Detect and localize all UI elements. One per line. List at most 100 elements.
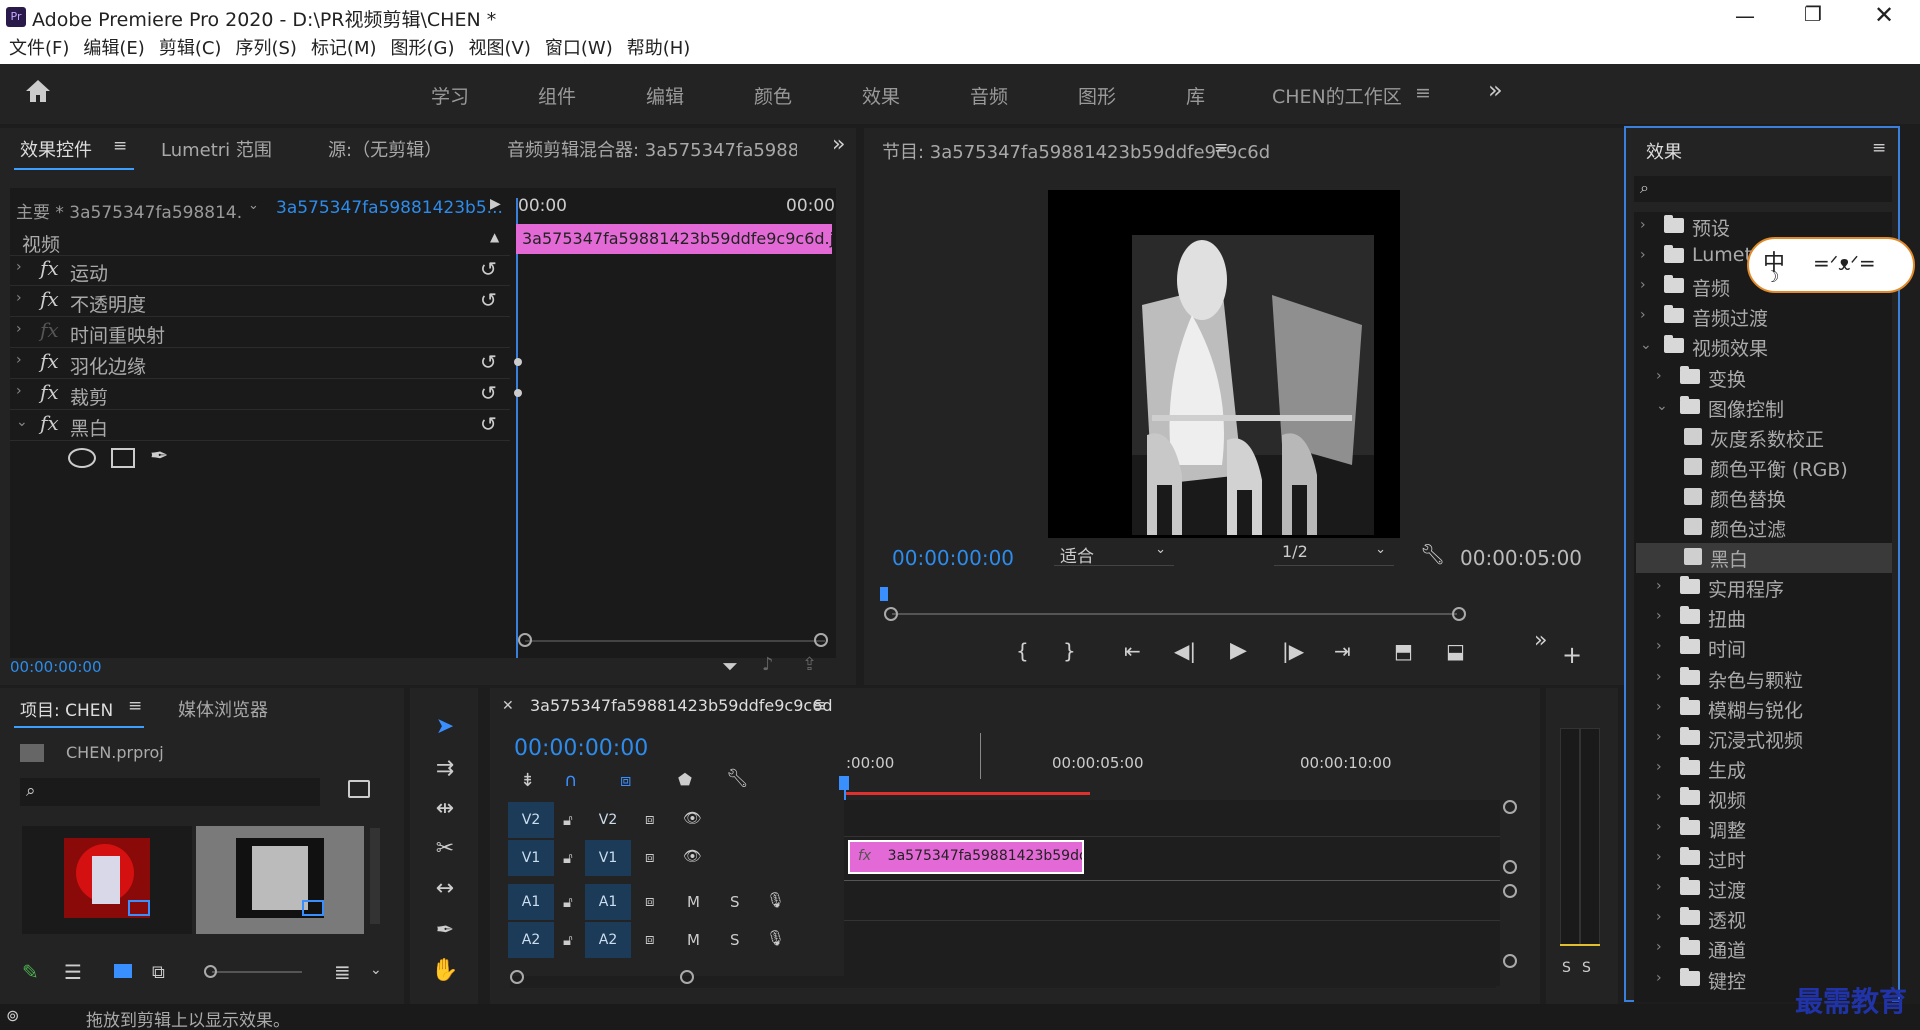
moon-icon[interactable]: ☽ [1765,267,1779,286]
new-bin-icon[interactable] [348,780,370,798]
scrubber-start[interactable] [884,607,898,621]
effect-row-feather-edges[interactable]: › fx 羽化边缘 ↺ [10,348,510,379]
ripple-edit-tool-icon[interactable]: ⇹ [425,796,465,821]
chevron-right-icon[interactable]: › [1656,819,1662,835]
h-scroll-handle-right[interactable] [680,970,694,984]
sync-lock-icon[interactable]: ⧈ [645,810,655,828]
mute-button[interactable]: M [687,931,700,949]
effect-tree-item[interactable]: 颜色过滤 [1636,513,1886,543]
tab-source[interactable]: 源:（无剪辑） [328,136,442,162]
track-target-a1[interactable]: A1 [508,884,554,920]
chevron-right-icon[interactable]: › [1640,217,1646,233]
microphone-icon[interactable]: 🎙︎ [766,891,785,909]
chevron-down-icon[interactable]: ⌄ [1656,398,1668,414]
a-scroll-handle-bottom[interactable] [1503,954,1517,968]
more-panels-icon[interactable]: » [832,132,845,157]
pen-mask-icon[interactable]: ✒ [150,444,168,469]
effect-row-opacity[interactable]: › fx 不透明度 ↺ [10,286,510,317]
track-target-a2[interactable]: A2 [508,922,554,958]
chevron-right-icon[interactable]: › [1656,699,1662,715]
tab-effect-controls[interactable]: 效果控件 [20,136,92,162]
slip-tool-icon[interactable]: ↔ [425,876,465,901]
go-to-out-icon[interactable]: ⇥ [1334,639,1351,663]
chevron-right-icon[interactable]: › [1656,368,1662,384]
thumbnail-bw-clip[interactable] [196,826,364,934]
lock-icon[interactable]: 🔓︎ [563,811,573,829]
workspace-graphics[interactable]: 图形 [1078,82,1116,109]
timeline-settings-icon[interactable]: 🔧︎ [726,768,749,789]
snap-magnet-icon[interactable]: ∩ [564,770,577,791]
chevron-right-icon[interactable]: › [1656,970,1662,986]
fx-icon[interactable]: fx [40,287,59,311]
add-button-icon[interactable]: + [1562,641,1582,669]
reset-icon[interactable]: ↺ [480,288,497,312]
sort-icon[interactable]: ≣ [334,960,351,984]
playhead-marker[interactable] [880,587,888,601]
zoom-slider-handle[interactable] [204,965,217,978]
chevron-right-icon[interactable]: › [1640,307,1646,323]
chevron-right-icon[interactable]: › [1656,879,1662,895]
chevron-right-icon[interactable]: › [1656,789,1662,805]
program-canvas[interactable] [1048,190,1400,538]
effect-tree-item[interactable]: › 过时 [1636,844,1886,874]
meter-solo-left[interactable]: S [1562,960,1571,976]
v1-clip[interactable]: fx 3a575347fa59881423b59ddfe9 [848,840,1084,874]
effect-tree-item[interactable]: ⌄ 图像控制 [1636,393,1886,423]
clip-dropdown-icon[interactable]: ⌄ [248,198,259,213]
chevron-right-icon[interactable]: › [1656,669,1662,685]
effect-tree-item[interactable]: › 变换 [1636,363,1886,393]
chevron-right-icon[interactable]: › [1656,638,1662,654]
go-to-in-icon[interactable]: ⇤ [1124,639,1141,663]
step-forward-icon[interactable]: |▶ [1282,639,1304,663]
effect-tree-item[interactable]: › 扭曲 [1636,603,1886,633]
timeline-timecode[interactable]: 00:00:00:00 [514,736,648,761]
menu-clip[interactable]: 剪辑(C) [159,34,222,64]
extract-icon[interactable]: ⬓ [1446,639,1465,663]
effects-search-input[interactable]: ⌕ [1634,176,1892,202]
track-label-a1[interactable]: A1 [585,884,631,920]
menu-edit[interactable]: 编辑(E) [83,34,144,64]
sync-lock-icon[interactable]: ⧈ [645,848,655,866]
home-icon[interactable] [24,78,52,109]
play-icon[interactable]: ▶ [1230,638,1247,663]
mute-button[interactable]: M [687,893,700,911]
reset-icon[interactable]: ↺ [480,381,497,405]
track-target-v1[interactable]: V1 [508,840,554,876]
chevron-right-icon[interactable]: › [16,352,22,368]
chevron-right-icon[interactable]: › [1656,849,1662,865]
menu-view[interactable]: 视图(V) [469,34,531,64]
tab-menu-icon[interactable]: ≡ [113,136,127,156]
pencil-icon[interactable]: ✎ [22,960,39,984]
timeline-playhead-head[interactable] [839,776,849,790]
workspace-assembly[interactable]: 组件 [538,82,576,109]
menu-file[interactable]: 文件(F) [9,34,69,64]
chevron-right-icon[interactable]: › [1656,729,1662,745]
ime-toolbar[interactable]: 中 ☽ =ᐟᴥᐟ= [1747,237,1915,293]
mark-out-icon[interactable]: } [1063,639,1076,663]
workspace-audio[interactable]: 音频 [970,82,1008,109]
reset-icon[interactable]: ↺ [480,412,497,436]
effect-row-motion[interactable]: › fx 运动 ↺ [10,255,510,286]
ellipse-mask-icon[interactable] [68,448,96,468]
razor-tool-icon[interactable]: ✂ [425,836,465,861]
chevron-right-icon[interactable]: › [1656,939,1662,955]
effect-tree-item[interactable]: › 杂色与颗粒 [1636,664,1886,694]
effect-tree-item[interactable]: › 通道 [1636,934,1886,964]
chevron-right-icon[interactable]: › [16,290,22,306]
tab-project[interactable]: 项目: CHEN [20,696,113,721]
collapse-up-icon[interactable]: ▲ [490,230,499,244]
effect-tree-item[interactable]: › 沉浸式视频 [1636,724,1886,754]
more-workspaces-icon[interactable]: » [1488,76,1503,104]
reset-icon[interactable]: ↺ [480,350,497,374]
tab-media-browser[interactable]: 媒体浏览器 [178,696,268,722]
ec-timecode[interactable]: 00:00:00:00 [10,658,102,676]
chevron-right-icon[interactable]: › [1656,578,1662,594]
linked-selection-icon[interactable]: ⧈ [620,770,631,791]
sequence-menu-icon[interactable]: ≡ [812,696,826,716]
fx-icon[interactable]: fx [40,349,59,373]
menu-help[interactable]: 帮助(H) [627,34,691,64]
effect-tree-item[interactable]: 颜色平衡 (RGB) [1636,453,1886,483]
menu-marker[interactable]: 标记(M) [311,34,377,64]
audio-export-icon[interactable]: ♪ [762,654,774,675]
effect-tree-item[interactable]: 黑白 [1636,543,1892,574]
